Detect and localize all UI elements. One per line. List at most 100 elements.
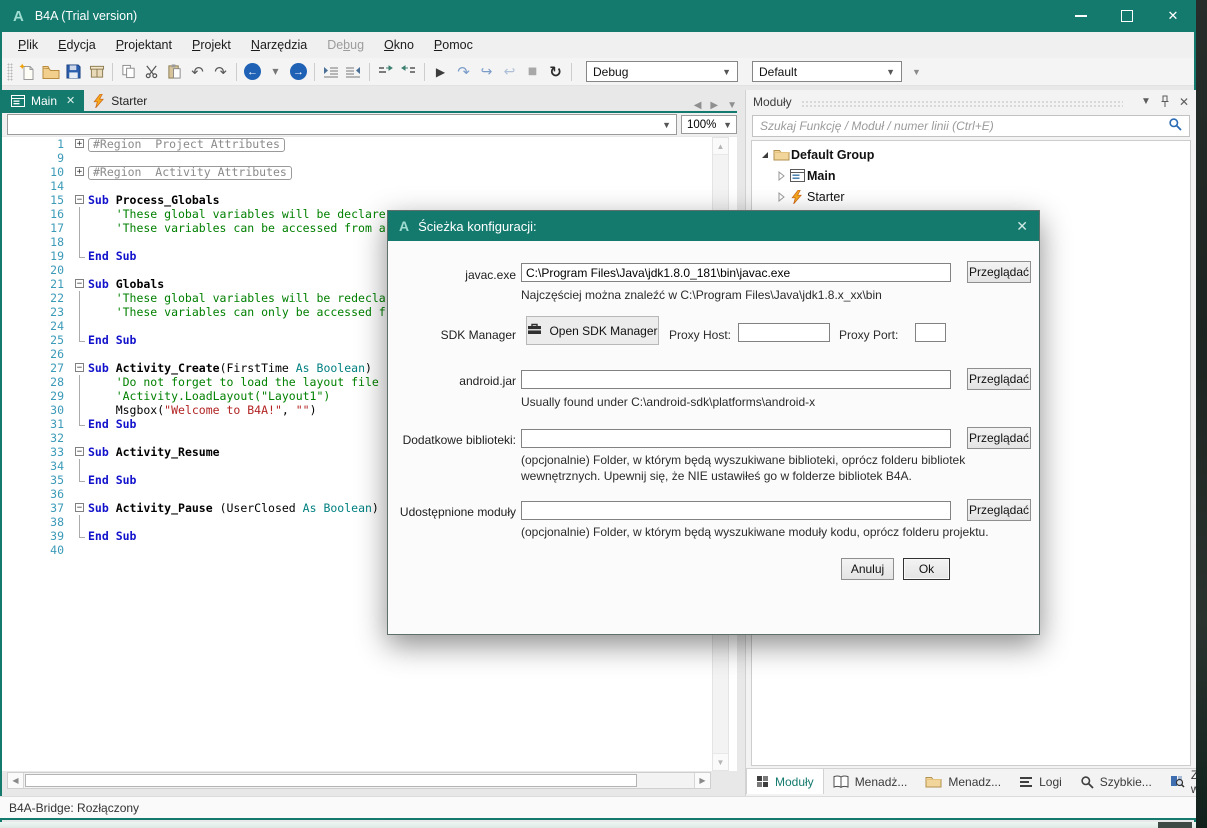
shared-modules-input[interactable] [521,501,951,520]
menu-item-projekt[interactable]: Projekt [182,34,241,56]
fold-marker [74,235,88,249]
pin-icon[interactable] [1160,95,1170,108]
scroll-up-icon[interactable]: ▲ [713,138,728,155]
module-search-input[interactable]: Szukaj Funkcję / Moduł / numer linii (Ct… [752,115,1190,137]
step-over-button[interactable]: ↷ [452,61,475,83]
maximize-icon [1121,10,1133,22]
dialog-title: Ścieżka konfiguracji: [418,219,537,234]
dialog-close-icon[interactable]: ✕ [1016,218,1028,235]
debug-mode-combobox[interactable]: Debug▼ [586,61,738,82]
menu-item-narz-dzia[interactable]: Narzędzia [241,34,317,56]
collapse-arrow-icon[interactable] [758,150,771,160]
scroll-down-icon[interactable]: ▼ [713,753,728,770]
toolbar-overflow-button[interactable]: ▼ [912,67,921,77]
panel-tab-menad[interactable]: Menadż... [824,769,917,794]
cancel-button[interactable]: Anuluj [841,558,894,580]
paste-button[interactable] [163,61,186,83]
fold-marker [74,291,88,305]
shared-modules-helper-text: (opcjonalnie) Folder, w którym będą wysz… [521,525,989,539]
menu-item-debug[interactable]: Debug [317,34,374,56]
panel-tab-modu-y[interactable]: Moduły [746,769,824,794]
tab-close-icon[interactable]: ✕ [66,94,75,107]
save-button[interactable] [62,61,85,83]
fold-marker[interactable]: − [74,277,88,291]
fold-marker[interactable]: − [74,501,88,515]
menu-item-edycja[interactable]: Edycja [48,34,106,56]
uncomment-button[interactable] [397,61,420,83]
export-package-button[interactable] [85,61,108,83]
panel-close-icon[interactable]: ✕ [1179,95,1189,109]
member-combobox[interactable]: ▼ [7,114,677,135]
indent-button[interactable] [319,61,342,83]
build-configuration-combobox[interactable]: Default▼ [752,61,902,82]
fold-marker[interactable]: − [74,445,88,459]
navigate-back-button[interactable]: ← [241,61,264,83]
tree-item-starter[interactable]: Starter [752,186,1190,207]
proxy-host-input[interactable] [738,323,830,342]
outdent-button[interactable] [342,61,365,83]
menu-item-plik[interactable]: Plik [8,34,48,56]
close-button[interactable]: ✕ [1150,0,1196,32]
menu-item-pomoc[interactable]: Pomoc [424,34,483,56]
editor-tab-starter[interactable]: Starter [84,90,156,111]
minimize-button[interactable] [1058,0,1104,32]
new-project-button[interactable] [16,61,39,83]
collapsed-region[interactable]: #Region Project Attributes [88,138,285,152]
fold-marker[interactable]: + [74,165,88,179]
fold-marker [74,249,88,263]
stop-button[interactable]: ■ [521,61,544,83]
code-line: 1+#Region Project Attributes [2,137,737,151]
editor-horizontal-scrollbar[interactable]: ◀ ▶ [7,772,711,789]
scrollbar-thumb[interactable] [25,774,637,787]
android-jar-input[interactable] [521,370,951,389]
history-caret-button[interactable]: ▼ [264,61,287,83]
copy-button[interactable] [117,61,140,83]
editor-tab-main[interactable]: Main✕ [2,90,84,111]
scroll-left-icon[interactable]: ◀ [8,773,24,788]
desktop-strip-bottom [0,822,1196,828]
scroll-right-icon[interactable]: ▶ [694,773,710,788]
menu-item-projektant[interactable]: Projektant [106,34,182,56]
fold-marker[interactable]: + [74,137,88,151]
tree-item-main[interactable]: Main [752,165,1190,186]
android-jar-browse-button[interactable]: Przeglądać [967,368,1031,390]
maximize-button[interactable] [1104,0,1150,32]
additional-libraries-browse-button[interactable]: Przeglądać [967,427,1031,449]
line-number: 22 [2,291,74,305]
rebuild-button[interactable]: ↻ [544,61,567,83]
shared-modules-browse-button[interactable]: Przeglądać [967,499,1031,521]
tabs-list-icon[interactable]: ▼ [727,100,737,111]
collapsed-region[interactable]: #Region Activity Attributes [88,166,292,180]
open-project-button[interactable] [39,61,62,83]
ok-button[interactable]: Ok [903,558,950,580]
javac-browse-button[interactable]: Przeglądać [967,261,1031,283]
proxy-port-input[interactable] [915,323,946,342]
navigate-forward-button[interactable]: → [287,61,310,83]
panel-tab-menadz[interactable]: Menadz... [916,769,1010,794]
tree-item-default-group[interactable]: Default Group [752,144,1190,165]
zoom-combobox[interactable]: 100% ▼ [681,115,737,134]
panel-tab-szybkie[interactable]: Szybkie... [1071,769,1161,794]
open-sdk-manager-button[interactable]: Open SDK Manager [526,316,659,345]
panel-tab-logi[interactable]: Logi [1010,769,1071,794]
step-out-button[interactable]: ↩ [498,61,521,83]
panel-menu-chevron-icon[interactable]: ▼ [1141,96,1151,107]
expand-arrow-icon[interactable] [774,171,787,181]
tree-item-label: Default Group [791,148,874,162]
run-button[interactable]: ▶ [429,61,452,83]
menu-item-okno[interactable]: Okno [374,34,424,56]
redo-button[interactable]: ↷ [209,61,232,83]
undo-button[interactable]: ↶ [186,61,209,83]
javac-path-input[interactable]: C:\Program Files\Java\jdk1.8.0_181\bin\j… [521,263,951,282]
expand-arrow-icon[interactable] [774,192,787,202]
toolbar-drag-handle[interactable] [7,63,13,81]
additional-libraries-input[interactable] [521,429,951,448]
fold-marker[interactable]: − [74,361,88,375]
step-into-button[interactable]: ↪ [475,61,498,83]
comment-button[interactable] [374,61,397,83]
tabs-scroll-right-icon[interactable]: ▶ [710,100,718,111]
fold-marker[interactable]: − [74,193,88,207]
find-files-icon [1170,775,1185,788]
tabs-scroll-left-icon[interactable]: ◀ [694,100,702,111]
cut-button[interactable] [140,61,163,83]
